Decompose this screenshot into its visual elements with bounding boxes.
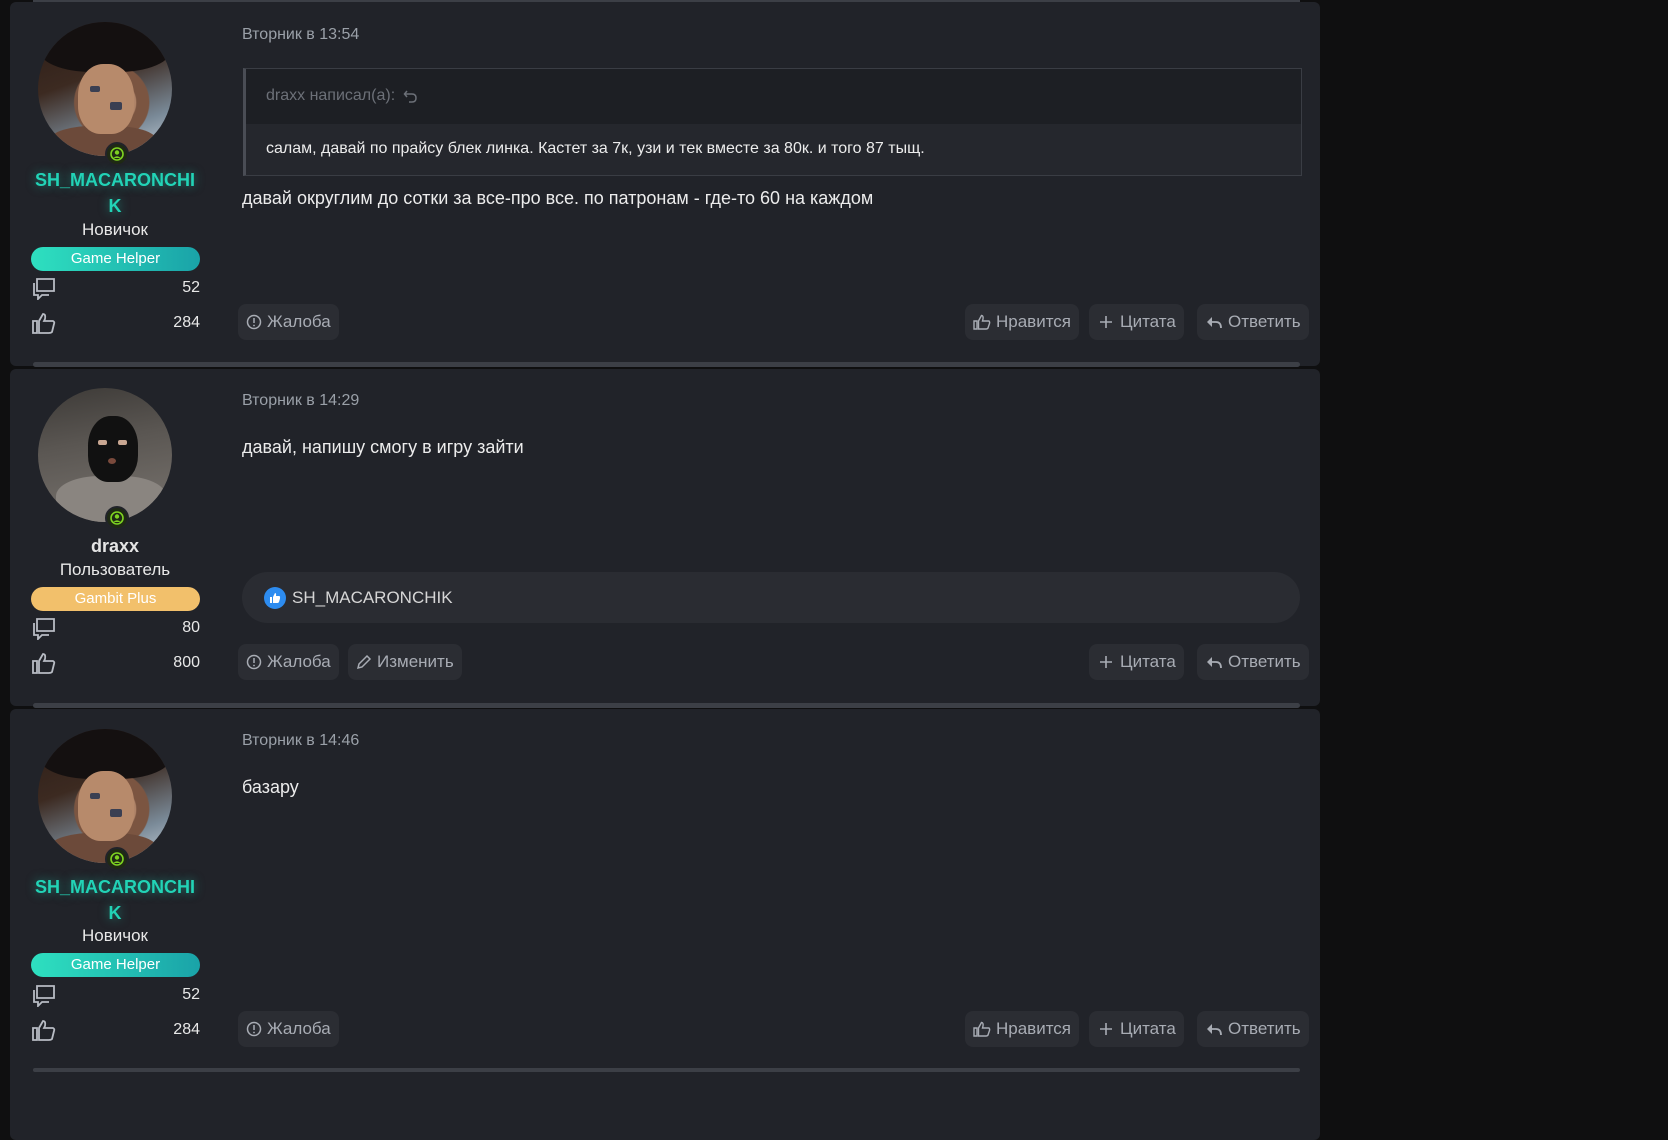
avatar[interactable] (38, 729, 172, 863)
stat-messages: 52 (31, 983, 200, 1009)
user-banner: Gambit Plus (31, 587, 200, 611)
user-title: Пользователь (59, 560, 171, 579)
reply-arrow-icon (1207, 317, 1222, 329)
online-status-icon (105, 506, 129, 530)
stat-reactions: 284 (31, 311, 200, 337)
plus-icon (1100, 1023, 1112, 1035)
comments-icon (33, 985, 55, 1007)
thumbs-up-icon (973, 314, 991, 330)
undo-arrow-icon[interactable] (403, 88, 419, 104)
user-banner: Game Helper (31, 953, 200, 977)
like-button[interactable]: Нравится (965, 304, 1080, 340)
reactions-bar[interactable]: SH_MACARONCHIK (242, 572, 1300, 623)
thumbs-up-icon (32, 313, 56, 334)
quote-block: draxx написал(а): салам, давай по прайсу… (243, 68, 1302, 176)
post: SH_MACARONCHI K Новичок Game Helper 52 28… (10, 709, 1320, 1140)
username[interactable]: SH_MACARONCHI K (20, 167, 210, 219)
plus-icon (1100, 656, 1112, 668)
post-timestamp[interactable]: Вторник в 13:54 (242, 26, 359, 44)
post: draxx Пользователь Gambit Plus 80 800 Вт… (10, 369, 1320, 706)
quote-body: салам, давай по прайсу блек линка. Касте… (246, 124, 1301, 175)
post-timestamp[interactable]: Вторник в 14:29 (242, 392, 359, 410)
reply-arrow-icon (1207, 657, 1222, 669)
reply-arrow-icon (1207, 1024, 1222, 1036)
thumbs-up-icon (32, 1020, 56, 1041)
like-button[interactable]: Нравится (965, 1011, 1080, 1047)
post: SH_MACARONCHI K Новичок Game Helper 52 28… (10, 2, 1320, 366)
post-message: базару (242, 777, 299, 797)
comments-icon (33, 618, 55, 640)
post-divider (33, 362, 1300, 367)
reply-button[interactable]: Ответить (1197, 644, 1309, 680)
stat-reactions: 284 (31, 1018, 200, 1044)
stat-messages: 52 (31, 276, 200, 302)
post-divider (33, 1068, 1300, 1072)
report-button[interactable]: Жалоба (238, 304, 339, 340)
username[interactable]: draxx (20, 533, 210, 559)
stat-messages: 80 (31, 616, 200, 642)
quote-button[interactable]: Цитата (1089, 1011, 1184, 1047)
plus-icon (1100, 316, 1112, 328)
alert-circle-icon (246, 1021, 262, 1037)
reply-button[interactable]: Ответить (1197, 304, 1309, 340)
post-timestamp[interactable]: Вторник в 14:46 (242, 732, 359, 750)
reaction-user[interactable]: SH_MACARONCHIK (292, 588, 453, 608)
quote-header[interactable]: draxx написал(а): (266, 87, 419, 105)
stat-reactions: 800 (31, 651, 200, 677)
avatar[interactable] (38, 388, 172, 522)
thumbs-up-icon (973, 1021, 991, 1037)
report-button[interactable]: Жалоба (238, 644, 339, 680)
user-title: Новичок (81, 220, 148, 239)
comments-icon (33, 278, 55, 300)
avatar[interactable] (38, 22, 172, 156)
reply-button[interactable]: Ответить (1197, 1011, 1309, 1047)
quote-text: салам, давай по прайсу блек линка. Касте… (266, 140, 925, 157)
user-title: Новичок (81, 926, 148, 945)
post-divider (33, 703, 1300, 708)
online-status-icon (105, 142, 129, 166)
pencil-icon (356, 654, 372, 670)
alert-circle-icon (246, 654, 262, 670)
username[interactable]: SH_MACARONCHI K (20, 874, 210, 926)
edit-button[interactable]: Изменить (348, 644, 462, 680)
report-button[interactable]: Жалоба (238, 1011, 339, 1047)
post-message: давай округлим до сотки за все-про все. … (242, 188, 874, 208)
alert-circle-icon (246, 314, 262, 330)
quote-button[interactable]: Цитата (1089, 304, 1184, 340)
quote-button[interactable]: Цитата (1089, 644, 1184, 680)
thumbs-up-icon (32, 653, 56, 674)
post-message: давай, напишу смогу в игру зайти (242, 437, 524, 457)
like-reaction-icon (264, 586, 286, 609)
online-status-icon (105, 847, 129, 871)
user-banner: Game Helper (31, 247, 200, 271)
